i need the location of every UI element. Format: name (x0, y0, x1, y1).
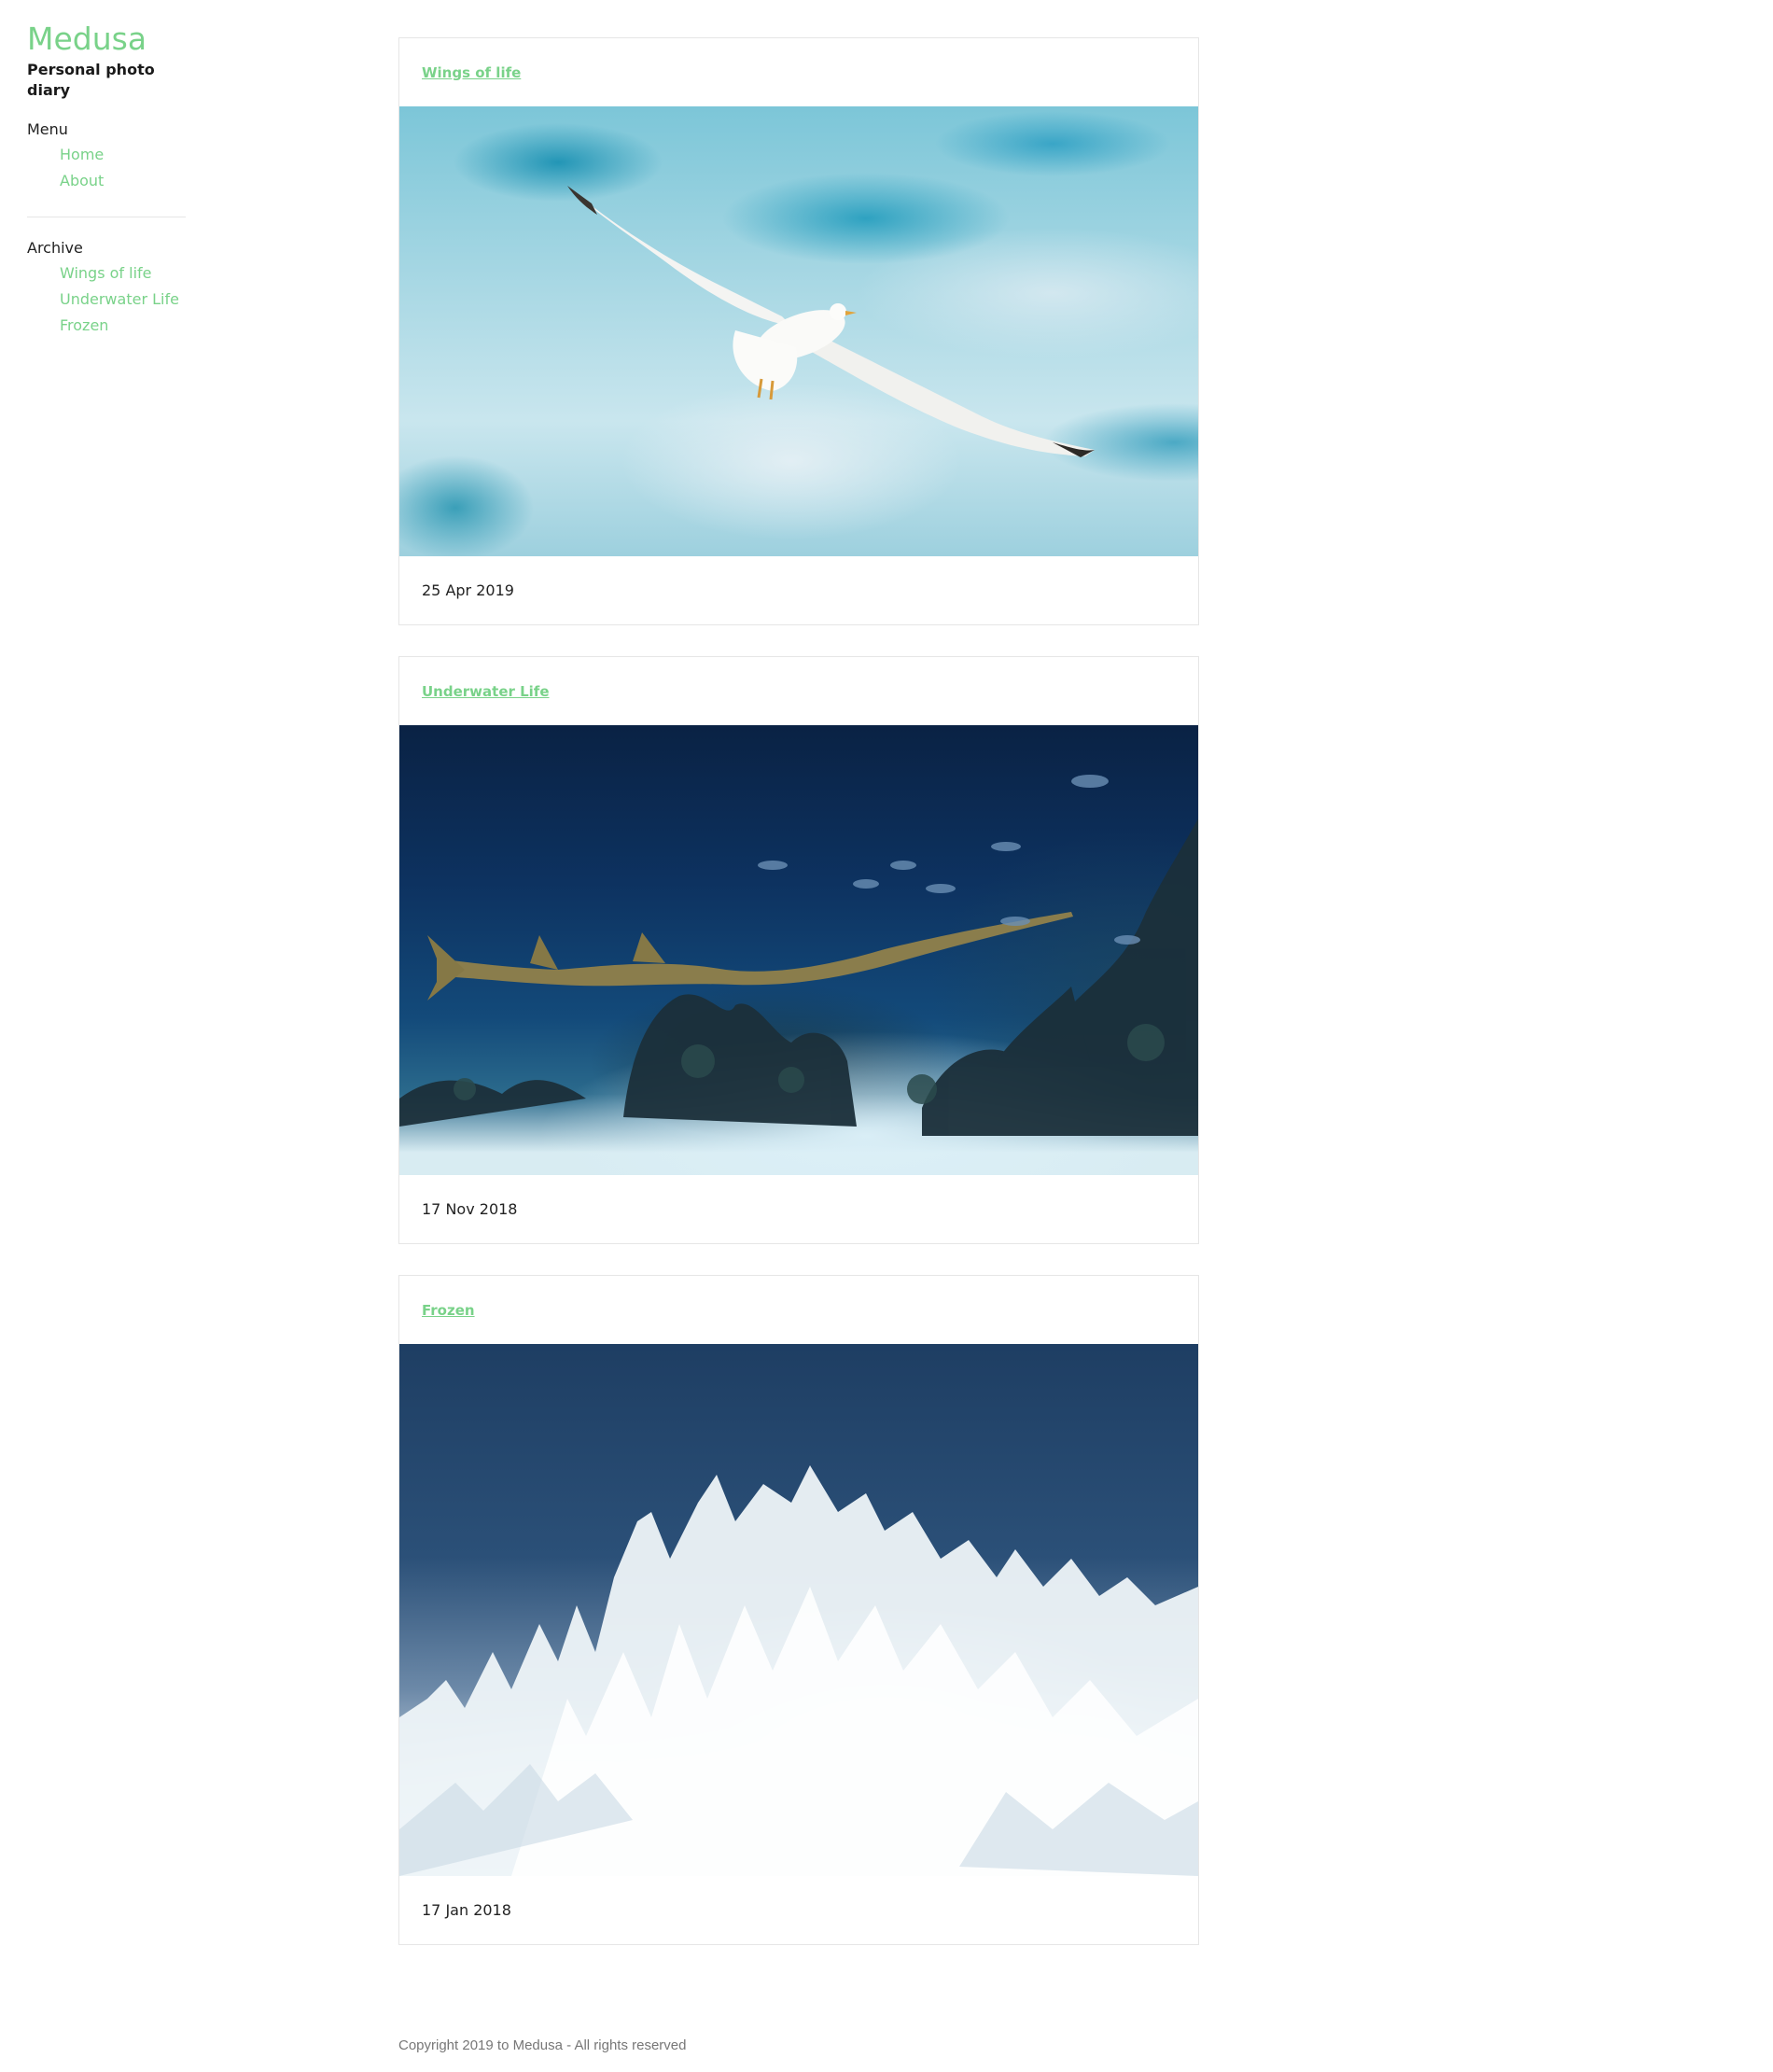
archive-link-frozen[interactable]: Frozen (60, 316, 108, 334)
site-title-link[interactable]: Medusa (27, 21, 147, 57)
frost-illustration (399, 1465, 1198, 1876)
post-date: 25 Apr 2019 (422, 581, 514, 599)
menu-link-about[interactable]: About (60, 172, 104, 189)
post-title-link[interactable]: Wings of life (422, 64, 521, 81)
sidebar: Medusa Personal photo diary Menu Home Ab… (27, 19, 186, 339)
archive-link-underwater-life[interactable]: Underwater Life (60, 290, 179, 308)
menu-heading: Menu (27, 120, 68, 138)
archive-link-wings-of-life[interactable]: Wings of life (60, 264, 152, 282)
post-date: 17 Jan 2018 (422, 1901, 511, 1919)
footer-copyright: Copyright 2019 to Medusa - All rights re… (398, 2037, 687, 2053)
sawfish-aquarium-photo[interactable] (399, 725, 1198, 1175)
menu-item-home: Home (60, 142, 186, 168)
post-title-link[interactable]: Underwater Life (422, 683, 550, 700)
archive-item-underwater: Underwater Life (60, 287, 186, 313)
frost-crystals-photo[interactable] (399, 1344, 1198, 1876)
post-header: Wings of life (399, 38, 1198, 106)
archive-item-frozen: Frozen (60, 313, 186, 339)
archive-heading: Archive (27, 239, 83, 257)
seagull-illustration (567, 186, 1095, 457)
seagull-in-sky-photo[interactable] (399, 106, 1198, 556)
post-header: Underwater Life (399, 657, 1198, 725)
post-card: Frozen 17 Jan 2018 (398, 1275, 1199, 1945)
site-tagline: Personal photo diary (27, 61, 155, 99)
site-title[interactable]: Medusa (27, 19, 186, 60)
post-list: Wings of life 25 Apr 2019 Underwater Lif… (398, 37, 1199, 1976)
menu-item-about: About (60, 168, 186, 194)
menu-list: Home About (27, 142, 186, 194)
post-header: Frozen (399, 1276, 1198, 1344)
post-title-link[interactable]: Frozen (422, 1302, 475, 1319)
archive-item-wings: Wings of life (60, 260, 186, 287)
sawfish-illustration (399, 775, 1198, 1136)
post-card: Wings of life 25 Apr 2019 (398, 37, 1199, 625)
menu-link-home[interactable]: Home (60, 146, 104, 163)
post-date: 17 Nov 2018 (422, 1200, 518, 1218)
archive-list: Wings of life Underwater Life Frozen (27, 260, 186, 339)
post-card: Underwater Life 17 Nov 2018 (398, 656, 1199, 1244)
